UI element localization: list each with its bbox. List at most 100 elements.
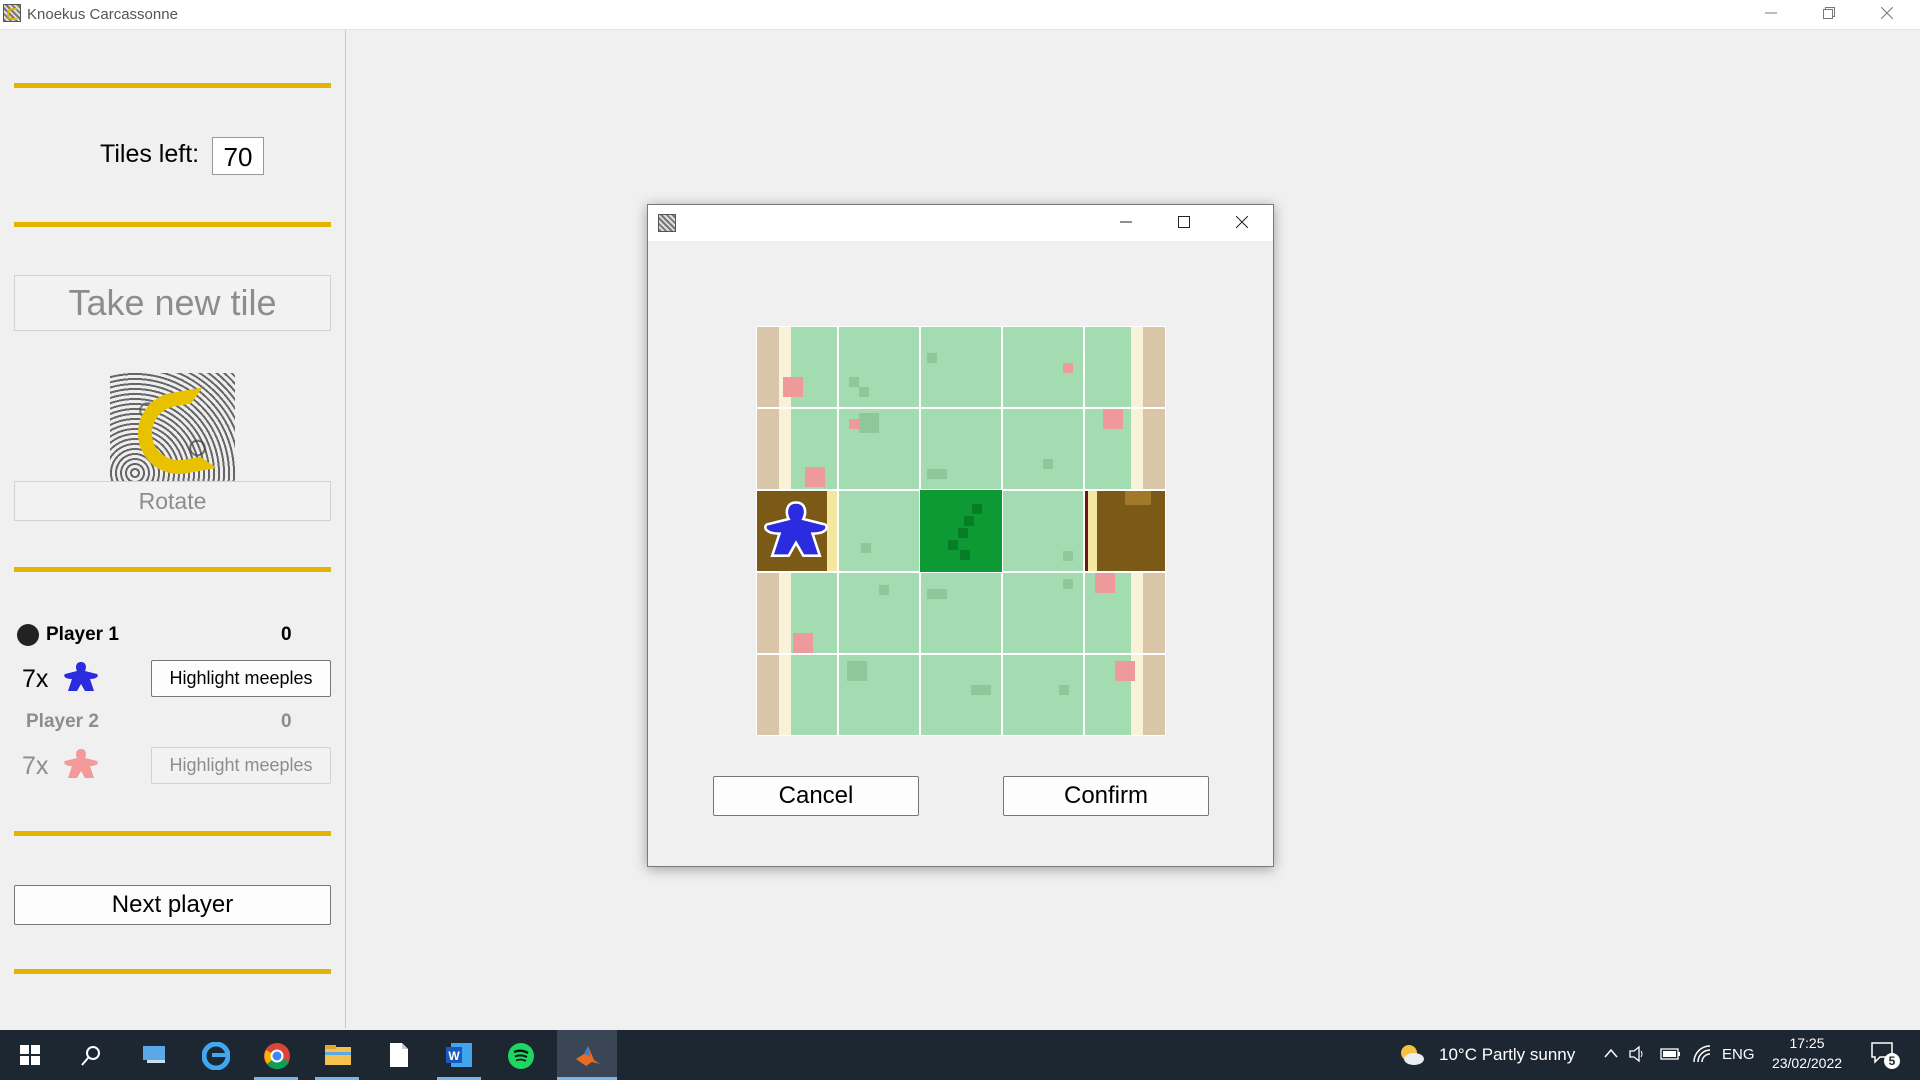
notification-count-badge: 5 — [1884, 1053, 1900, 1069]
clock-time[interactable]: 17:25 — [1762, 1035, 1852, 1051]
spotify-icon — [508, 1043, 534, 1069]
tile-cell[interactable] — [838, 408, 920, 490]
separator — [14, 83, 331, 88]
tile-cell[interactable] — [1084, 654, 1166, 736]
tile-cell-selected[interactable] — [920, 490, 1002, 572]
player-1-meeple-count: 7x — [22, 665, 49, 693]
cancel-button[interactable]: Cancel — [713, 776, 919, 816]
tiles-left-value: 70 — [212, 137, 264, 175]
tile-cell-meeple[interactable] — [756, 490, 838, 572]
tile-cell[interactable] — [1084, 572, 1166, 654]
carcassonne-logo-icon — [131, 387, 217, 481]
start-button[interactable] — [0, 1030, 60, 1080]
player-1-highlight-meeples-button[interactable]: Highlight meeples — [151, 660, 331, 697]
chrome-button[interactable] — [246, 1030, 306, 1080]
separator — [14, 567, 331, 572]
minimize-icon — [1120, 221, 1132, 223]
meeple-placement-dialog: Cancel Confirm — [647, 204, 1274, 867]
edge-icon — [202, 1042, 230, 1070]
title-bar: Knoekus Carcassonne — [0, 0, 1920, 30]
tile-cell[interactable] — [838, 572, 920, 654]
restore-icon — [1823, 7, 1835, 19]
file-icon — [390, 1043, 408, 1067]
file-explorer-button[interactable] — [307, 1030, 367, 1080]
word-icon: W — [446, 1043, 472, 1067]
take-new-tile-button[interactable]: Take new tile — [14, 275, 331, 331]
search-icon — [81, 1046, 100, 1066]
chrome-icon — [264, 1043, 290, 1070]
tile-cell[interactable] — [920, 408, 1002, 490]
tile-cell[interactable] — [756, 326, 838, 408]
tile-cell[interactable] — [756, 408, 838, 490]
dialog-close-button[interactable] — [1213, 205, 1271, 241]
restore-button[interactable] — [1800, 0, 1858, 29]
tile-cell[interactable] — [838, 654, 920, 736]
taskbar: W 10°C Partly sunny ENG 17:25 23/02/2022 — [0, 1030, 1920, 1080]
dialog-minimize-button[interactable] — [1097, 205, 1155, 241]
battery-icon[interactable] — [1660, 1047, 1682, 1061]
minimize-button[interactable] — [1742, 0, 1800, 29]
matlab-button[interactable] — [557, 1030, 617, 1080]
tile-cell[interactable] — [1084, 326, 1166, 408]
meeple-icon — [764, 501, 828, 557]
edge-button[interactable] — [185, 1030, 245, 1080]
tile-cell[interactable] — [838, 326, 920, 408]
separator — [14, 831, 331, 836]
tile-cell[interactable] — [1084, 490, 1166, 572]
separator — [14, 222, 331, 227]
tile-cell[interactable] — [838, 490, 920, 572]
volume-icon[interactable] — [1628, 1044, 1646, 1064]
app-icon — [658, 214, 676, 232]
partly-sunny-icon — [1401, 1045, 1424, 1065]
search-button[interactable] — [60, 1030, 120, 1080]
dialog-title-bar — [648, 205, 1273, 241]
wifi-icon[interactable] — [1692, 1044, 1712, 1064]
tile-cell[interactable] — [920, 572, 1002, 654]
tile-cell[interactable] — [1002, 654, 1084, 736]
notifications-button[interactable]: 5 — [1870, 1040, 1900, 1070]
player-2-score: 0 — [281, 711, 292, 732]
word-button[interactable]: W — [429, 1030, 489, 1080]
tile-cell[interactable] — [1084, 408, 1166, 490]
app-icon — [3, 4, 21, 22]
tile-cell[interactable] — [756, 654, 838, 736]
maximize-icon — [1178, 216, 1190, 228]
close-icon — [1235, 215, 1249, 229]
clock-date[interactable]: 23/02/2022 — [1762, 1055, 1852, 1071]
player-1-score: 0 — [281, 624, 292, 645]
tile-cell[interactable] — [1002, 326, 1084, 408]
tile-cell[interactable] — [1002, 408, 1084, 490]
player-2-highlight-meeples-button[interactable]: Highlight meeples — [151, 747, 331, 784]
task-view-button[interactable] — [124, 1030, 184, 1080]
tile-placement-grid — [756, 326, 1166, 736]
current-tile-image — [110, 373, 235, 498]
tiles-left-label: Tiles left: — [100, 140, 200, 168]
player-2-name: Player 2 — [26, 711, 99, 732]
file-explorer-icon — [325, 1045, 351, 1065]
notepad-button[interactable] — [368, 1030, 428, 1080]
player-2-meeple-count: 7x — [22, 752, 49, 780]
tile-cell[interactable] — [920, 654, 1002, 736]
confirm-button[interactable]: Confirm — [1003, 776, 1209, 816]
language-indicator[interactable]: ENG — [1722, 1046, 1755, 1063]
next-player-button[interactable]: Next player — [14, 885, 331, 925]
spotify-button[interactable] — [490, 1030, 550, 1080]
dialog-maximize-button[interactable] — [1155, 205, 1213, 241]
task-view-icon — [143, 1046, 165, 1063]
close-icon — [1880, 6, 1894, 20]
meeple-icon — [64, 662, 98, 691]
chevron-up-icon[interactable] — [1604, 1048, 1618, 1058]
minimize-icon — [1765, 12, 1777, 14]
weather-text[interactable]: 10°C Partly sunny — [1439, 1045, 1575, 1065]
tile-cell[interactable] — [920, 326, 1002, 408]
tile-cell[interactable] — [1002, 572, 1084, 654]
close-button[interactable] — [1858, 0, 1916, 29]
rotate-button[interactable]: Rotate — [14, 481, 331, 521]
svg-text:W: W — [448, 1049, 460, 1063]
separator — [14, 969, 331, 974]
tile-cell[interactable] — [1002, 490, 1084, 572]
window-title: Knoekus Carcassonne — [27, 6, 178, 23]
tile-cell[interactable] — [756, 572, 838, 654]
left-panel: Tiles left: 70 Take new tile Rotate Play… — [0, 30, 346, 1028]
meeple-icon — [64, 749, 98, 778]
